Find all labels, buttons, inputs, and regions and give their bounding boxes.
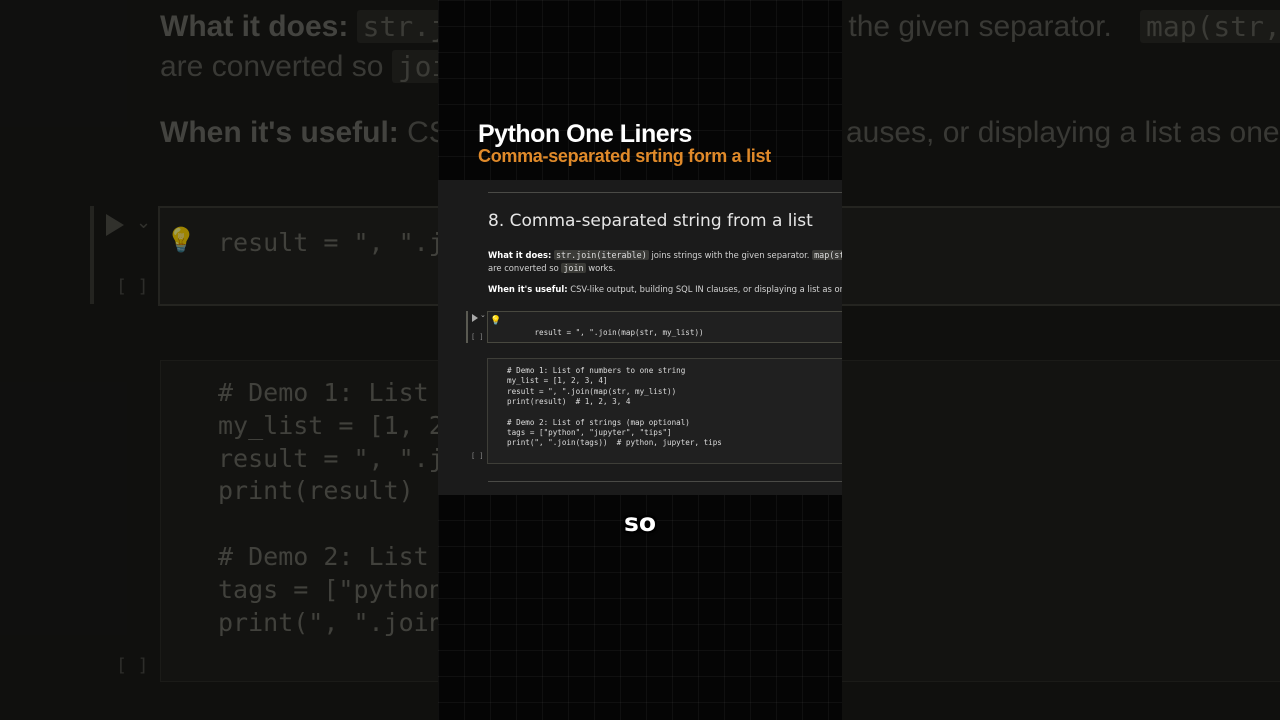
run-cell-icon[interactable] [472,314,478,322]
cell-selection-bar [466,311,468,343]
lightbulb-icon[interactable]: 💡 [490,316,501,326]
what-it-does-line: What it does: str.join(iterable) joins s… [488,250,842,260]
code-line: tags = ["python", "jupyter", "tips"] [507,427,672,437]
divider [488,192,842,193]
section-heading: 8. Comma-separated string from a list [488,211,813,231]
converted-line: are converted so join works. [488,263,616,273]
code-line: print(", ".join(tags)) # python, jupyter… [507,438,722,448]
video-title: Python One Liners [478,120,692,148]
code-line: # Demo 1: List of numbers to one string [507,366,686,375]
code-line: result = ", ".join(map(str, my_list)) [507,386,677,396]
code-line: my_list = [1, 2, 3, 4] [507,376,608,386]
video-subtitle: Comma-separated srting form a list [478,146,771,166]
when-useful-line: When it's useful: CSV-like output, build… [488,284,842,294]
cell2-exec-count: [ ] [471,452,484,460]
notebook-screenshot: 8. Comma-separated string from a list Wh… [438,180,842,495]
center-panel: Python One Liners Comma-separated srting… [438,0,842,720]
divider-bottom [488,481,842,482]
chevron-down-icon[interactable]: ⌄ [480,311,486,319]
caption-subtitle: so [623,508,657,537]
code-line: # Demo 2: List of strings (map optional) [507,417,690,427]
cell1-code[interactable]: result = ", ".join(map(str, my_list)) [507,319,703,346]
cell1-exec-count: [ ] [471,333,484,341]
code-line: print(result) # 1, 2, 3, 4 [507,396,631,406]
